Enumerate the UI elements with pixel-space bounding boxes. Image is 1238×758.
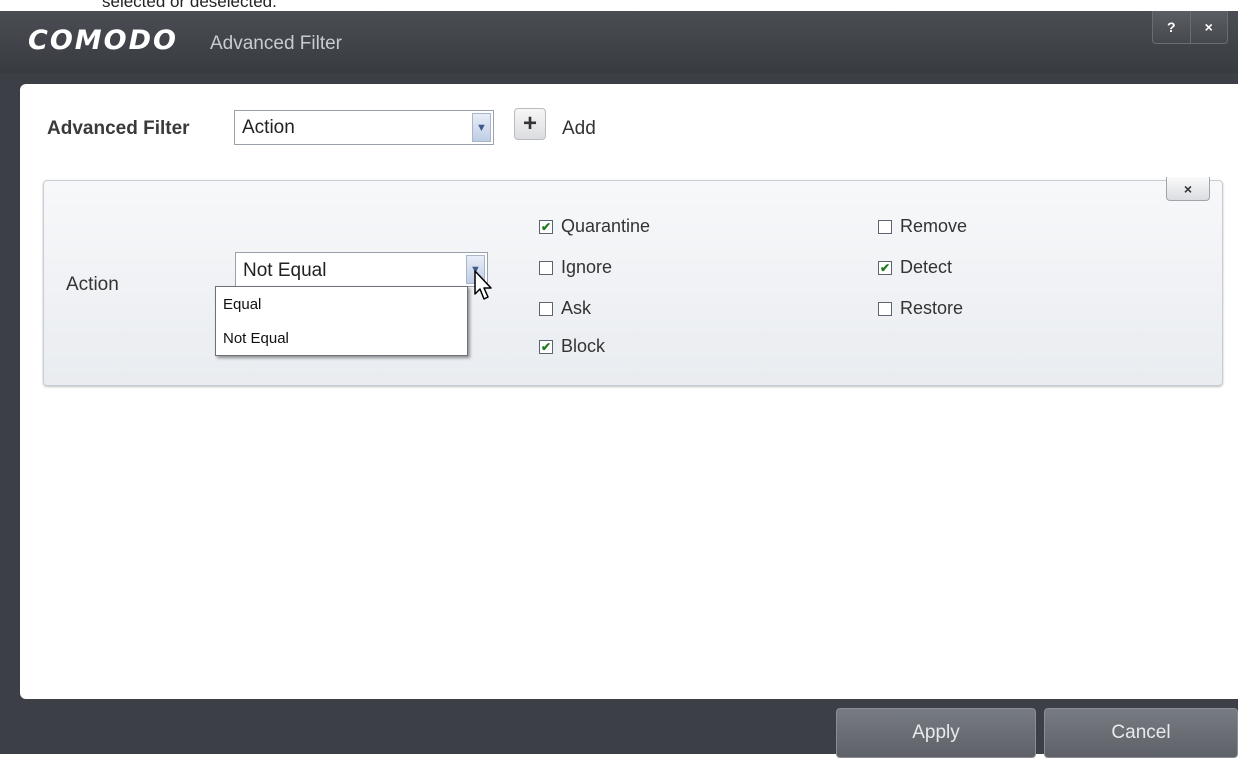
checkbox-restore[interactable]: Restore [878,298,963,319]
add-button[interactable]: + [514,108,546,140]
add-label[interactable]: Add [562,118,596,140]
filter-type-value: Action [242,117,295,138]
operator-combo[interactable]: Not Equal ▼ [235,252,488,287]
operator-value: Not Equal [243,260,327,281]
checkbox-ignore[interactable]: Ignore [539,257,612,278]
chevron-down-icon[interactable]: ▼ [472,113,491,142]
mouse-cursor-icon [474,270,492,300]
operator-option-not-equal[interactable]: Not Equal [216,321,467,355]
checkbox-box[interactable] [539,260,553,275]
remove-condition-button[interactable]: × [1166,177,1210,201]
checkbox-detect[interactable]: ✔ Detect [878,257,952,278]
advanced-filter-window: COMODO Advanced Filter ? × Advanced Filt… [0,11,1238,758]
operator-option-equal[interactable]: Equal [216,287,467,321]
help-button[interactable]: ? [1153,11,1190,43]
operator-dropdown-list: Equal Not Equal [215,286,468,356]
checkbox-label: Quarantine [561,216,651,236]
checkbox-box[interactable] [878,219,892,234]
filter-content-area: Advanced Filter Action ▼ + Add × Action … [20,84,1238,699]
filter-type-combo[interactable]: Action ▼ [234,110,494,145]
checkbox-label: Ignore [561,257,613,277]
checkbox-label: Remove [900,216,968,236]
checkbox-block[interactable]: ✔ Block [539,336,605,357]
checkbox-remove[interactable]: Remove [878,216,967,237]
checkbox-box[interactable]: ✔ [539,339,553,354]
window-title: Advanced Filter [210,33,343,54]
checkbox-label: Detect [900,257,953,277]
apply-button[interactable]: Apply [836,708,1036,758]
close-button[interactable]: × [1189,11,1228,43]
checkbox-label: Ask [561,298,592,318]
checkbox-quarantine[interactable]: ✔ Quarantine [539,216,650,237]
comodo-logo: COMODO [28,25,178,56]
window-controls: ? × [1152,11,1228,44]
checkbox-box[interactable]: ✔ [539,219,553,234]
condition-field-label: Action [66,274,119,295]
checkbox-label: Block [561,336,606,356]
checkbox-label: Restore [900,298,964,318]
cancel-button[interactable]: Cancel [1044,708,1238,758]
advanced-filter-label: Advanced Filter [47,118,190,139]
checkbox-box[interactable] [878,301,892,316]
title-bar: COMODO Advanced Filter ? × [0,11,1238,73]
plus-icon: + [522,110,537,137]
checkbox-ask[interactable]: Ask [539,298,591,319]
checkbox-box[interactable]: ✔ [878,260,892,275]
checkbox-box[interactable] [539,301,553,316]
